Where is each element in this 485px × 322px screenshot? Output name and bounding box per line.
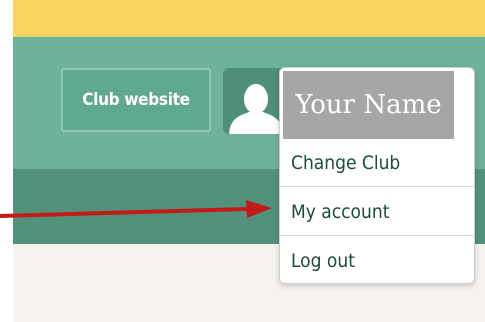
top-accent-bar (13, 0, 485, 37)
user-name: Your Name (283, 71, 454, 139)
user-dropdown-menu: Your Name Change Club My account Log out (279, 67, 475, 284)
menu-divider (280, 186, 474, 187)
menu-item-log-out[interactable]: Log out (280, 237, 474, 283)
menu-item-change-club[interactable]: Change Club (280, 139, 474, 187)
menu-divider (280, 235, 474, 236)
menu-item-my-account[interactable]: My account (280, 188, 474, 236)
club-website-button[interactable]: Club website (61, 68, 211, 132)
